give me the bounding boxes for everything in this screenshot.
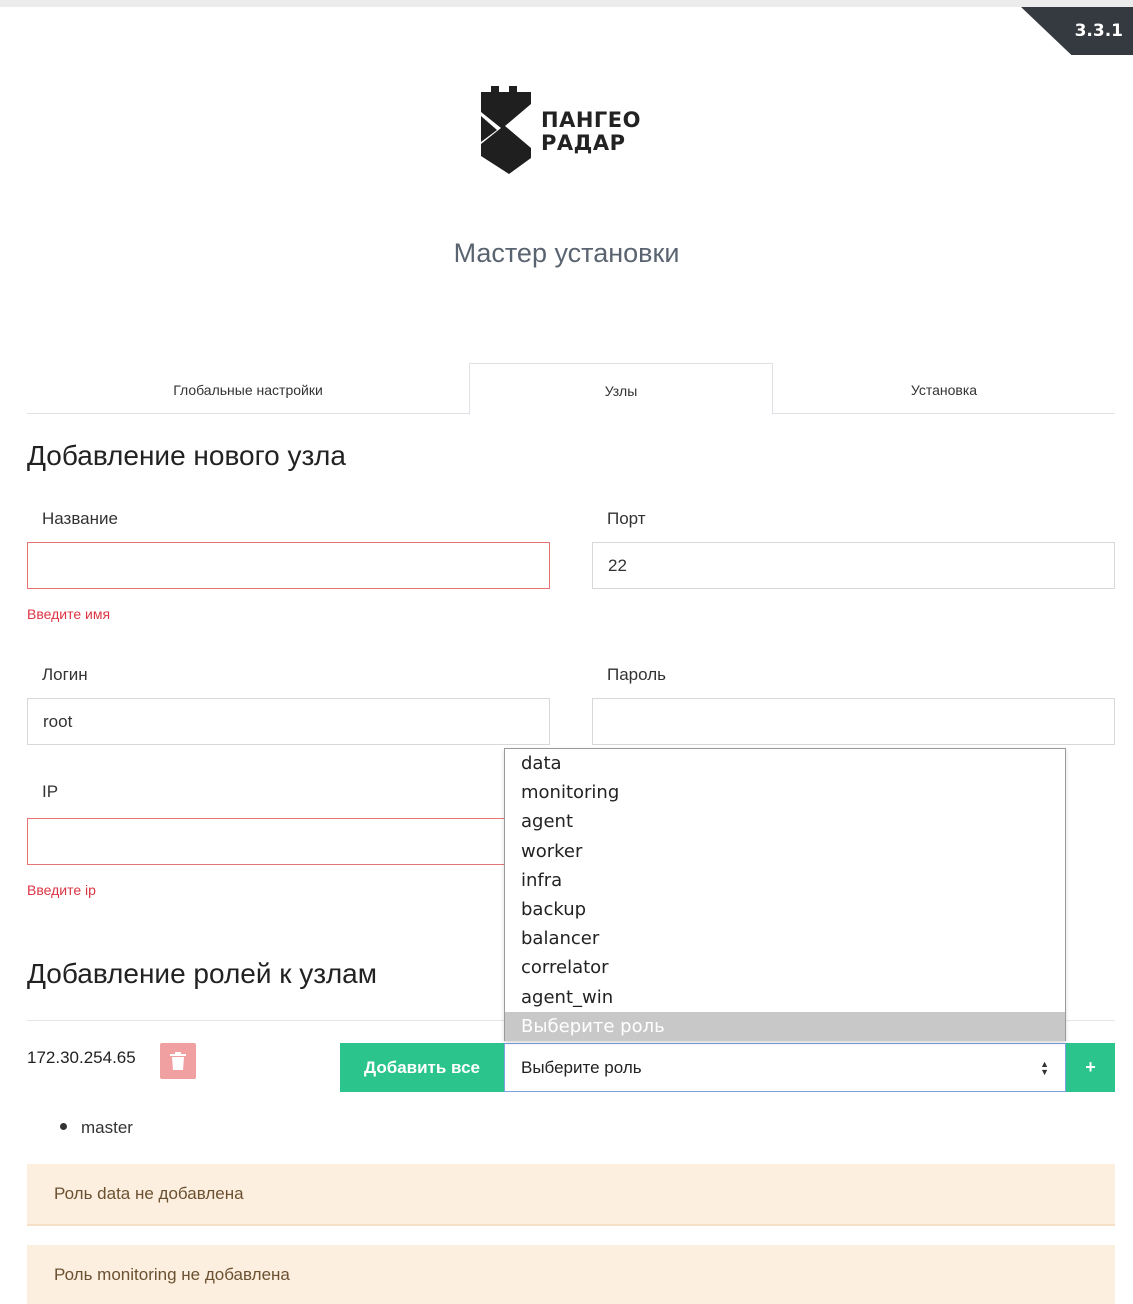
ip-label: IP [42,782,59,801]
dropdown-option[interactable]: agent [505,807,1065,836]
tabs: Глобальные настройки Узлы Установка [27,363,1115,415]
name-error: Введите имя [27,606,111,622]
bullet [60,1123,67,1131]
add-all-button[interactable]: Добавить все [340,1043,504,1092]
port-label: Порт [607,509,646,528]
version-text: 3.3.1 [1074,21,1123,41]
alert-role-missing: Роль monitoring не добавлена [27,1245,1115,1304]
port-input[interactable]: 22 [592,542,1115,589]
login-label: Логин [42,665,88,684]
role-name: master [81,1118,133,1137]
role-select-value: Выберите роль [521,1058,642,1077]
alert-role-missing: Роль data не добавлена [27,1164,1115,1226]
assigned-roles-list: master [60,1118,133,1138]
trash-icon [170,1052,186,1070]
role-dropdown-list[interactable]: data monitoring agent worker infra backu… [504,748,1066,1041]
dropdown-option[interactable]: correlator [505,953,1065,982]
dropdown-option[interactable]: backup [505,895,1065,924]
dropdown-option[interactable]: agent_win [505,983,1065,1012]
name-label: Название [42,509,118,528]
password-label: Пароль [607,665,666,684]
sort-arrows-icon: ▲ ▼ [1040,1058,1049,1077]
tab-nodes[interactable]: Узлы [469,363,773,415]
login-input[interactable]: root [27,698,550,745]
dropdown-option[interactable]: infra [505,866,1065,895]
brand-line-1: ПАНГЕО [541,108,641,132]
delete-node-button[interactable] [160,1043,196,1079]
add-roles-heading: Добавление ролей к узлам [27,958,377,989]
dropdown-option-selected[interactable]: Выберите роль [505,1011,1065,1041]
name-input[interactable] [27,542,550,589]
version-badge: 3.3.1 [1021,7,1133,55]
list-item: master [60,1118,133,1138]
wizard-title: Мастер установки [453,238,680,268]
dropdown-option[interactable]: data [505,749,1065,778]
node-ip: 172.30.254.65 [27,1048,136,1067]
tower-logo-icon [481,86,531,174]
add-node-heading: Добавление нового узла [27,440,346,471]
ip-input[interactable] [27,818,550,865]
logo: ПАНГЕО РАДАР [479,86,679,176]
ip-error: Введите ip [27,882,96,898]
top-bar [0,0,1133,7]
tab-global-settings[interactable]: Глобальные настройки [27,363,469,414]
tab-installation[interactable]: Установка [773,363,1115,414]
password-input[interactable] [592,698,1115,745]
dropdown-option[interactable]: monitoring [505,778,1065,807]
brand-line-2: РАДАР [541,131,626,155]
dropdown-option[interactable]: balancer [505,924,1065,953]
role-select[interactable]: Выберите роль ▲ ▼ [504,1043,1066,1092]
add-role-button[interactable]: + [1066,1043,1115,1092]
dropdown-option[interactable]: worker [505,837,1065,866]
